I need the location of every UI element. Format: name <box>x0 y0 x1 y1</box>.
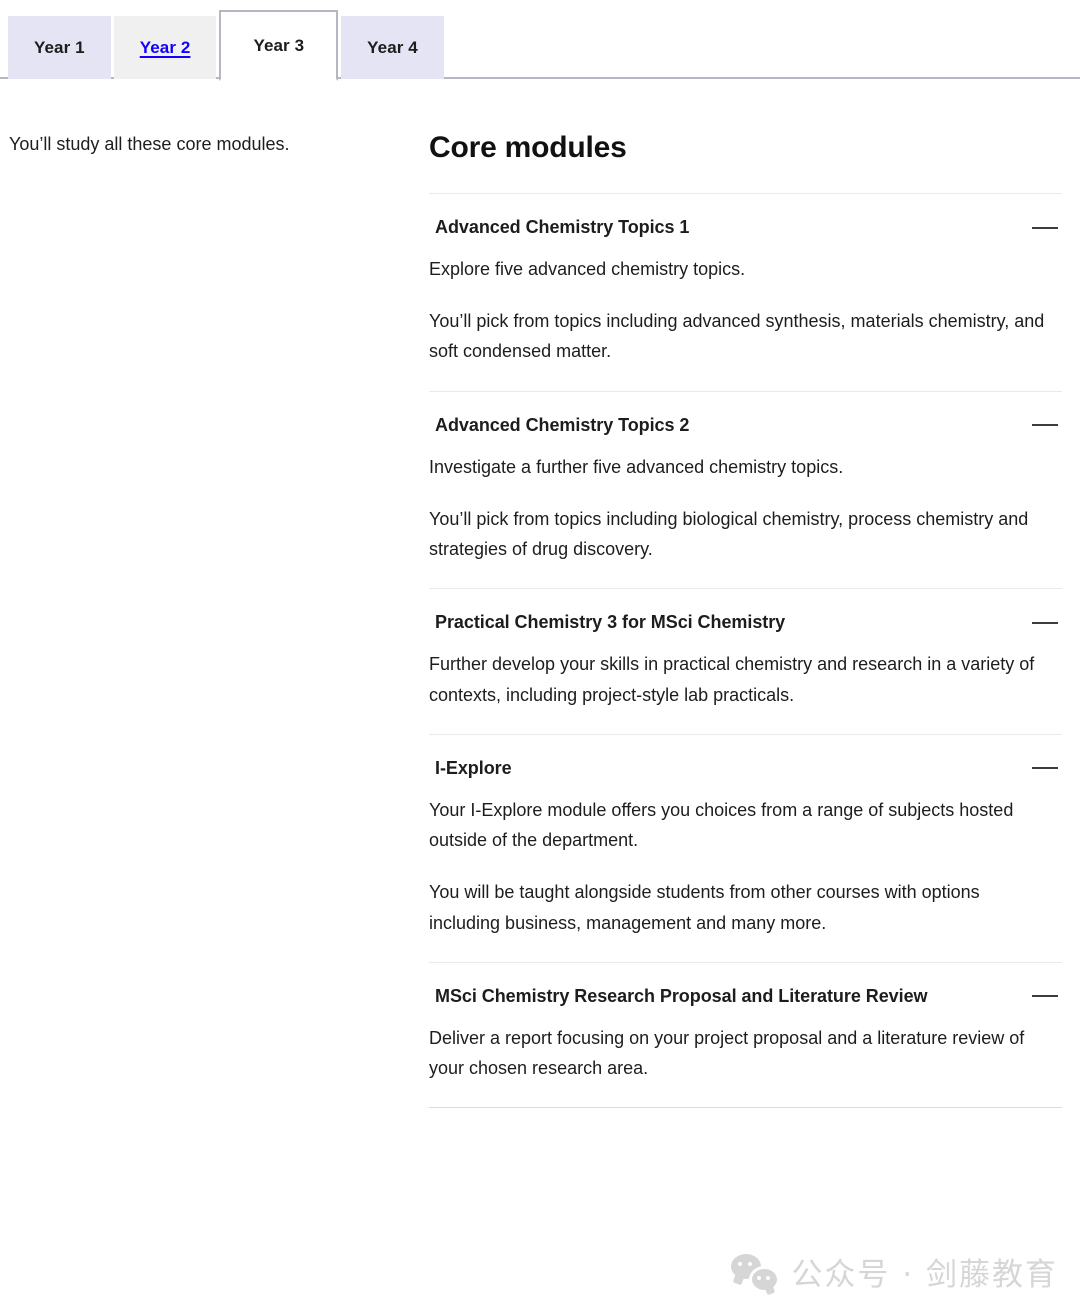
module-paragraph: You’ll pick from topics including biolog… <box>429 508 1029 560</box>
year-tab-list: Year 1 Year 2 Year 3 Year 4 <box>8 8 447 81</box>
tab-year-2[interactable]: Year 2 <box>113 16 217 79</box>
minus-icon[interactable] <box>1032 220 1058 236</box>
accordion-header-advanced-chemistry-topics-1[interactable]: Advanced Chemistry Topics 1 <box>429 194 1062 246</box>
wechat-bubble-large <box>731 1253 762 1279</box>
accordion-title: MSci Chemistry Research Proposal and Lit… <box>435 985 928 1006</box>
minus-icon[interactable] <box>1032 417 1058 433</box>
accordion-header-advanced-chemistry-topics-2[interactable]: Advanced Chemistry Topics 2 <box>429 392 1062 444</box>
intro-column: You’ll study all these core modules. <box>0 131 429 1108</box>
accordion-item: Practical Chemistry 3 for MSci Chemistry… <box>429 589 1062 735</box>
accordion-header-practical-chemistry-3[interactable]: Practical Chemistry 3 for MSci Chemistry <box>429 589 1062 641</box>
tab-year-1-label: Year 1 <box>34 37 85 57</box>
minus-icon[interactable] <box>1032 988 1058 1004</box>
accordion-item: Advanced Chemistry Topics 2 Investigate … <box>429 392 1062 590</box>
minus-icon[interactable] <box>1032 615 1058 631</box>
intro-text: You’ll study all these core modules. <box>9 134 290 154</box>
tab-year-3[interactable]: Year 3 <box>219 10 339 81</box>
accordion-body: Investigate a further five advanced chem… <box>429 444 1062 589</box>
accordion-body: Explore five advanced chemistry topics. … <box>429 246 1062 391</box>
accordion-title: Practical Chemistry 3 for MSci Chemistry <box>435 612 786 633</box>
wechat-watermark: 公众号 · 剑藤教育 <box>731 1249 1058 1294</box>
accordion-body: Deliver a report focusing on your projec… <box>429 1015 1062 1107</box>
core-modules-accordion: Advanced Chemistry Topics 1 Explore five… <box>429 193 1062 1109</box>
accordion-header-msci-research-proposal[interactable]: MSci Chemistry Research Proposal and Lit… <box>429 963 1062 1015</box>
accordion-body: Further develop your skills in practical… <box>429 641 1062 733</box>
minus-icon[interactable] <box>1032 760 1058 776</box>
year-tab-bar: Year 1 Year 2 Year 3 Year 4 <box>0 0 1080 81</box>
module-paragraph: Investigate a further five advanced chem… <box>429 456 844 477</box>
page-title: Core modules <box>429 131 627 164</box>
tab-year-3-label: Year 3 <box>253 35 305 55</box>
module-paragraph: Your I-Explore module offers you choices… <box>429 799 1014 851</box>
year-3-panel: You’ll study all these core modules. Cor… <box>0 79 1080 1109</box>
accordion-item: Advanced Chemistry Topics 1 Explore five… <box>429 194 1062 392</box>
module-paragraph: Deliver a report focusing on your projec… <box>429 1027 1025 1079</box>
accordion-item: MSci Chemistry Research Proposal and Lit… <box>429 963 1062 1109</box>
tab-year-4-label: Year 4 <box>367 37 418 57</box>
accordion-title: Advanced Chemistry Topics 1 <box>435 217 690 237</box>
module-paragraph: You will be taught alongside students fr… <box>429 882 980 933</box>
accordion-item: I-Explore Your I-Explore module offers y… <box>429 735 1062 963</box>
accordion-header-i-explore[interactable]: I-Explore <box>429 735 1062 787</box>
modules-column: Core modules Advanced Chemistry Topics 1… <box>429 131 1080 1109</box>
accordion-body: Your I-Explore module offers you choices… <box>429 787 1062 962</box>
module-paragraph: Explore five advanced chemistry topics. <box>429 259 746 279</box>
accordion-title: Advanced Chemistry Topics 2 <box>435 414 690 435</box>
tab-year-2-label: Year 2 <box>139 37 191 57</box>
wechat-icon <box>731 1252 781 1293</box>
module-paragraph: You’ll pick from topics including advanc… <box>429 311 1045 362</box>
tab-year-1[interactable]: Year 1 <box>8 16 111 79</box>
tab-year-4[interactable]: Year 4 <box>341 16 444 79</box>
accordion-title: I-Explore <box>435 757 512 778</box>
module-paragraph: Further develop your skills in practical… <box>429 654 1035 705</box>
wechat-bubble-small <box>749 1265 781 1293</box>
watermark-text: 公众号 · 剑藤教育 <box>791 1257 1058 1293</box>
